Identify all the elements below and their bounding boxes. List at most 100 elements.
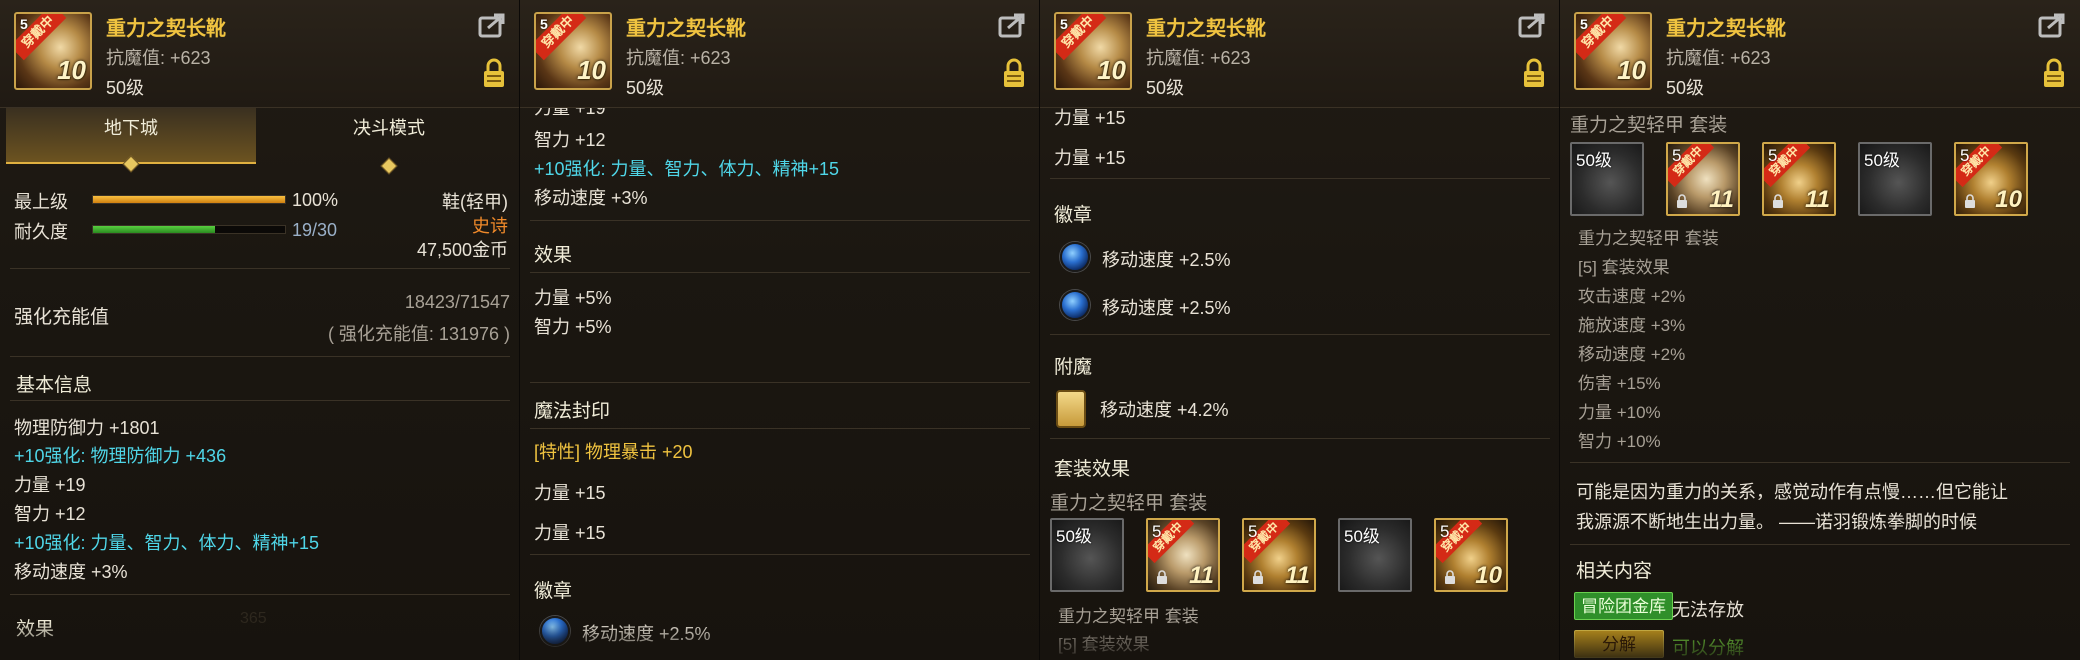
set-item-plus: 11 — [1709, 186, 1734, 213]
lock-icon[interactable] — [1002, 58, 1026, 88]
set-item-icon[interactable]: 穿戴中 5 10 — [1954, 142, 2028, 216]
set-line: 移动速度 +2% — [1578, 345, 1686, 364]
item-header: 5 穿戴中 10 重力之契长靴 抗魔值: +623 50级 — [1560, 0, 2080, 108]
set-item-icon[interactable]: 穿戴中 5 11 — [1762, 142, 1836, 216]
charge-value: 18423/71547 — [404, 292, 510, 312]
panel-4-content: 重力之契轻甲 套装 50级 穿戴中 5 11 穿戴中 5 11 50级 穿戴中 5 10 重力之契轻… — [1560, 108, 2080, 660]
divider — [1050, 334, 1550, 335]
set-item-icon[interactable]: 穿戴中 5 11 — [1666, 142, 1740, 216]
set-sub-name: 重力之契轻甲 套装 — [1578, 229, 1719, 248]
divider — [1570, 462, 2070, 463]
tooltip-panel-3: 5 穿戴中 10 重力之契长靴 抗魔值: +623 50级 力量 +15 力量 … — [1040, 0, 1560, 660]
basic-info-title: 基本信息 — [16, 375, 93, 396]
seal-line: 力量 +15 — [534, 523, 606, 543]
set-item-level: 5 — [1440, 522, 1450, 541]
set-item-plus: 11 — [1189, 562, 1214, 589]
set-item-icon[interactable]: 穿戴中 5 11 — [1146, 518, 1220, 592]
set-item-icon[interactable]: 穿戴中 5 11 — [1242, 518, 1316, 592]
set-item-level: 50级 — [1344, 527, 1380, 546]
stat-line: 移动速度 +3% — [14, 562, 128, 582]
set-item-icon[interactable]: 50级 — [1338, 518, 1412, 592]
magic-seal-title: 魔法封印 — [534, 401, 611, 422]
tooltip-strip: 5 穿戴中 10 重力之契长靴 抗魔值: +623 50级 地下城 决斗模式 最… — [0, 0, 2080, 660]
max-grade-fill — [93, 196, 285, 203]
lock-icon[interactable] — [2042, 58, 2066, 88]
item-icon[interactable]: 5 穿戴中 10 — [1054, 12, 1132, 90]
item-name: 重力之契长靴 — [626, 18, 746, 40]
set-line: 力量 +10% — [1578, 403, 1661, 422]
tab-dungeon[interactable]: 地下城 — [6, 108, 256, 173]
max-grade-label: 最上级 — [14, 192, 68, 212]
emblem-icon[interactable] — [1060, 242, 1090, 272]
lock-icon — [1773, 194, 1783, 208]
flavor-text-line-1: 可能是因为重力的关系，感觉动作有点慢……但它能让 — [1576, 482, 2008, 502]
item-icon-plus: 10 — [1617, 55, 1646, 85]
set-item-icon[interactable]: 穿戴中 5 10 — [1434, 518, 1508, 592]
item-stat: 抗魔值: +623 — [626, 48, 731, 68]
set-item-plus: 11 — [1805, 186, 1830, 213]
item-rarity: 史诗 — [472, 216, 508, 236]
item-price: 47,500金币 — [416, 240, 508, 260]
item-header: 5 穿戴中 10 重力之契长靴 抗魔值: +623 50级 — [1040, 0, 1559, 108]
item-name: 重力之契长靴 — [1146, 18, 1266, 40]
lock-icon — [1965, 194, 1975, 208]
panel-1-content: 地下城 决斗模式 最上级 100% 耐久度 19/30 鞋(轻甲) 史诗 47,… — [0, 108, 519, 660]
durability-value: 19/30 — [292, 220, 338, 240]
lock-icon — [1253, 570, 1263, 584]
item-level: 50级 — [1666, 78, 1705, 98]
set-line: [5] 套装效果 — [1578, 258, 1670, 277]
enchant-card-icon[interactable] — [1056, 390, 1086, 428]
set-item-level: 50级 — [1056, 527, 1092, 546]
flavor-text-line-2: 我源源不断地生出力量。 ——诺羽锻炼拳脚的时候 — [1576, 512, 1977, 532]
lock-icon[interactable] — [482, 58, 506, 88]
max-grade-bar — [92, 195, 286, 204]
divider — [530, 382, 1030, 383]
divider — [530, 220, 1030, 221]
durability-bar — [92, 225, 286, 234]
emblem-title: 徽章 — [534, 581, 573, 602]
set-sub-line: [5] 套装效果 — [1058, 635, 1150, 654]
share-icon[interactable] — [2038, 12, 2066, 38]
enchant-line: 移动速度 +4.2% — [1100, 400, 1229, 420]
item-icon[interactable]: 5 穿戴中 10 — [1574, 12, 1652, 90]
tooltip-panel-1: 5 穿戴中 10 重力之契长靴 抗魔值: +623 50级 地下城 决斗模式 最… — [0, 0, 520, 660]
set-item-icon[interactable]: 50级 — [1858, 142, 1932, 216]
emblem-icon[interactable] — [1060, 290, 1090, 320]
set-item-icon[interactable]: 50级 — [1570, 142, 1644, 216]
set-line: 伤害 +15% — [1578, 374, 1661, 393]
item-header: 5 穿戴中 10 重力之契长靴 抗魔值: +623 50级 — [520, 0, 1039, 108]
guild-vault-badge: 冒险团金库 — [1574, 592, 1673, 620]
share-icon[interactable] — [998, 12, 1026, 38]
effect-line: 力量 +5% — [534, 288, 612, 308]
divider — [1050, 178, 1550, 179]
divider — [530, 272, 1030, 273]
set-item-icon[interactable]: 50级 — [1050, 518, 1124, 592]
emblem-icon[interactable] — [540, 616, 570, 646]
seal-line: 力量 +15 — [534, 483, 606, 503]
share-icon[interactable] — [1518, 12, 1546, 38]
item-icon[interactable]: 5 穿戴中 10 — [14, 12, 92, 90]
seal-trait-line: [特性] 物理暴击 +20 — [534, 442, 693, 462]
panel-2-content: 力量 +19 智力 +12 +10强化: 力量、智力、体力、精神+15 移动速度… — [520, 98, 1039, 660]
set-item-level: 5 — [1960, 146, 1970, 165]
tab-pvp-marker — [380, 157, 398, 175]
tab-dungeon-label: 地下城 — [104, 118, 158, 138]
item-icon-plus: 10 — [577, 55, 606, 85]
tab-pvp[interactable]: 决斗模式 — [264, 108, 514, 175]
stat-line: 力量 +15 — [1054, 148, 1126, 168]
tab-pvp-label: 决斗模式 — [353, 118, 425, 138]
share-icon[interactable] — [478, 12, 506, 38]
item-stat: 抗魔值: +623 — [1146, 48, 1251, 68]
disassemble-status: 可以分解 — [1672, 638, 1744, 658]
guild-vault-status: 无法存放 — [1672, 600, 1744, 620]
stat-line: 智力 +12 — [14, 504, 86, 524]
stat-line-enhance: +10强化: 力量、智力、体力、精神+15 — [534, 159, 840, 179]
divider — [530, 428, 1030, 429]
item-icon[interactable]: 5 穿戴中 10 — [534, 12, 612, 90]
set-item-plus: 11 — [1285, 562, 1310, 589]
lock-icon[interactable] — [1522, 58, 1546, 88]
tooltip-panel-2: 5 穿戴中 10 重力之契长靴 抗魔值: +623 50级 力量 +19 智力 … — [520, 0, 1040, 660]
item-type: 鞋(轻甲) — [442, 192, 508, 212]
stat-line-enhance: +10强化: 物理防御力 +436 — [14, 446, 227, 466]
emblem-line: 移动速度 +2.5% — [1102, 250, 1231, 270]
